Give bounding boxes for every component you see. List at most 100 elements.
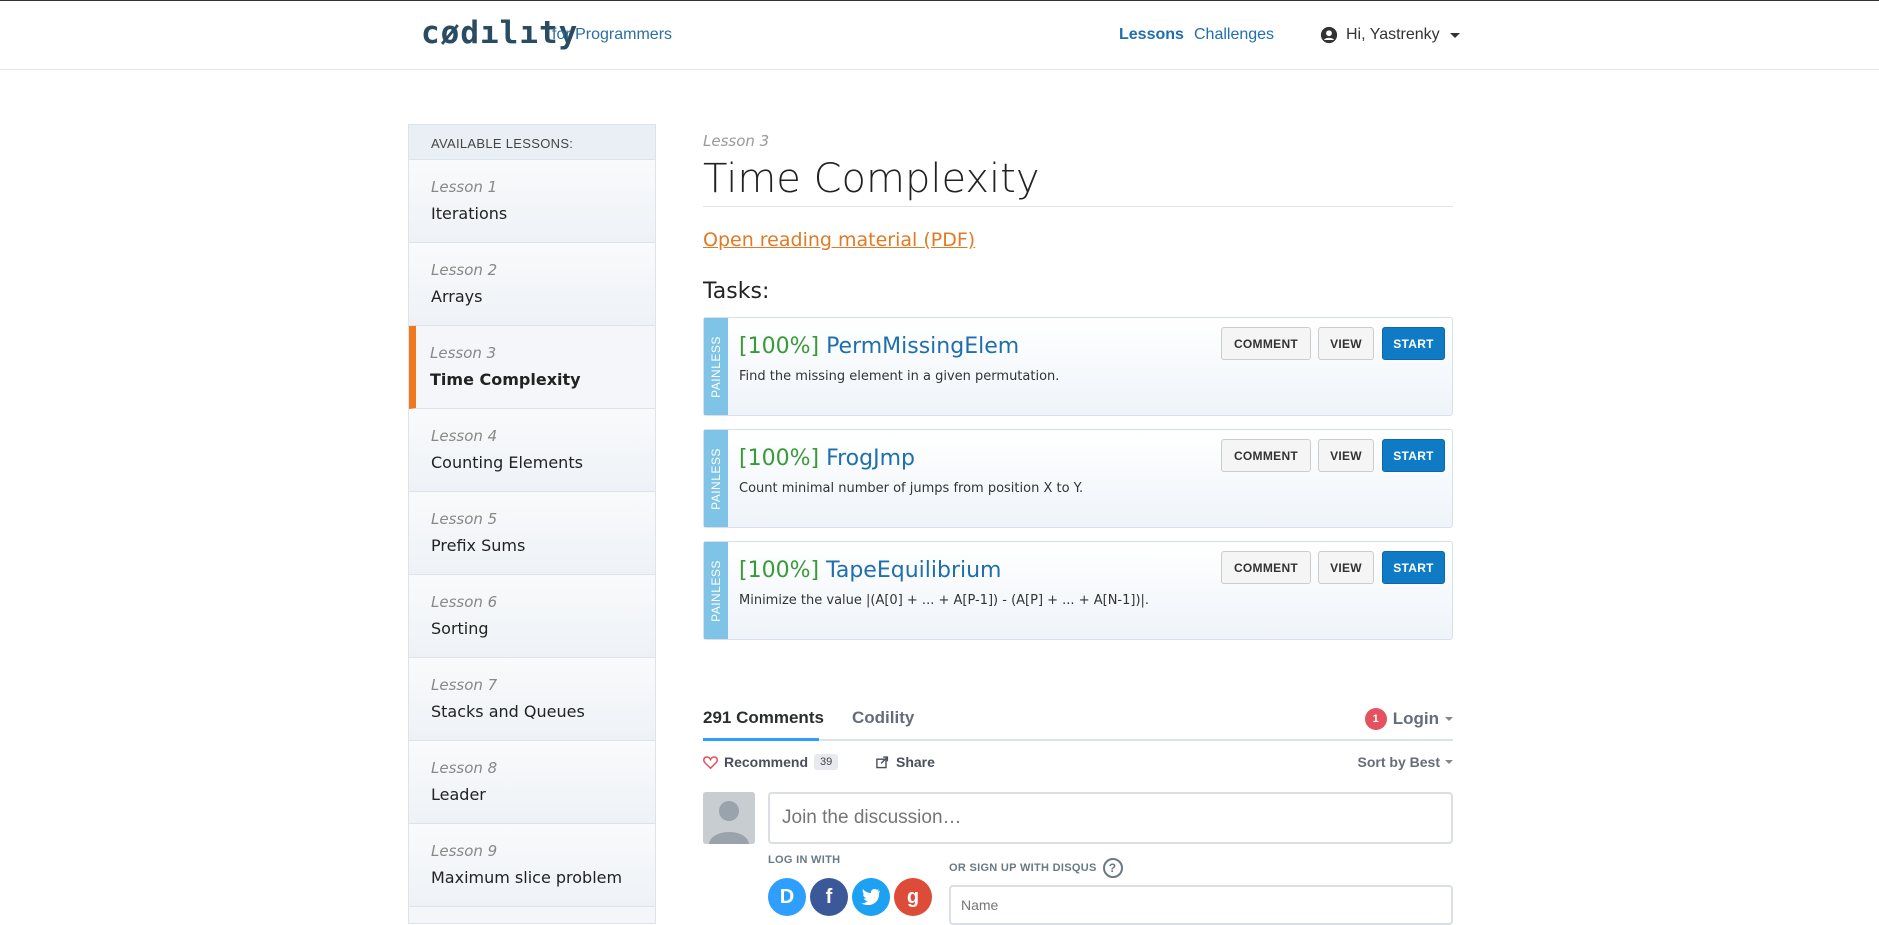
comment-actions: Recommend 39 Share Sort by Best	[703, 741, 1453, 781]
difficulty-badge: PAINLESS	[704, 430, 728, 527]
lessons-sidebar: AVAILABLE LESSONS: Lesson 1 Iterations L…	[408, 124, 656, 924]
view-button[interactable]: VIEW	[1318, 551, 1374, 584]
user-menu[interactable]: Hi, Yastrenky	[1320, 26, 1460, 44]
disqus-login-icon[interactable]: D	[768, 878, 806, 916]
comment-tabs: 291 Comments Codility 1 Login	[703, 700, 1453, 741]
task-score: [100%]	[739, 558, 820, 583]
share-button[interactable]: Share	[875, 754, 935, 770]
lesson-number: Lesson 6	[431, 593, 498, 611]
task-title[interactable]: [100%] FrogJmp	[739, 446, 915, 471]
lesson-name: Leader	[431, 785, 486, 804]
sidebar-title: AVAILABLE LESSONS:	[409, 125, 655, 160]
difficulty-badge: PAINLESS	[704, 542, 728, 639]
task-description: Find the missing element in a given perm…	[739, 369, 1060, 384]
lesson-number: Lesson 8	[431, 759, 498, 777]
lesson-label: Lesson 3	[703, 132, 770, 150]
difficulty-badge: PAINLESS	[704, 318, 728, 415]
user-circle-icon	[1320, 26, 1338, 44]
top-header: cødılıty for Programmers Lessons Challen…	[0, 0, 1879, 70]
view-button[interactable]: VIEW	[1318, 439, 1374, 472]
difficulty-label: PAINLESS	[709, 447, 723, 510]
sidebar-item-lesson-2[interactable]: Lesson 2 Arrays	[409, 243, 655, 326]
user-greeting: Hi, Yastrenky	[1346, 26, 1440, 43]
recommend-button[interactable]: Recommend 39	[703, 754, 839, 770]
sort-label: Sort by Best	[1357, 754, 1440, 770]
sidebar-item-lesson-3[interactable]: Lesson 3 Time Complexity	[409, 326, 655, 409]
lesson-content: Lesson 3 Time Complexity Open reading ma…	[703, 132, 1453, 640]
lesson-number: Lesson 4	[431, 427, 498, 445]
task-card: PAINLESS [100%] PermMissingElem Find the…	[703, 317, 1453, 416]
reading-material-link[interactable]: Open reading material (PDF)	[703, 229, 975, 251]
twitter-bird-icon	[861, 889, 880, 905]
task-score: [100%]	[739, 446, 820, 471]
page-title: Time Complexity	[703, 156, 1453, 207]
google-login-icon[interactable]: g	[894, 878, 932, 916]
lesson-name: Prefix Sums	[431, 536, 526, 555]
start-button[interactable]: START	[1382, 551, 1445, 584]
task-title[interactable]: [100%] PermMissingElem	[739, 334, 1019, 359]
sidebar-item-lesson-7[interactable]: Lesson 7 Stacks and Queues	[409, 658, 655, 741]
lesson-number: Lesson 9	[431, 842, 498, 860]
nav-lessons-link[interactable]: Lessons	[1119, 26, 1184, 44]
social-login-buttons: D f g	[768, 878, 932, 916]
twitter-login-icon[interactable]	[852, 878, 890, 916]
facebook-login-icon[interactable]: f	[810, 878, 848, 916]
comment-button[interactable]: COMMENT	[1221, 439, 1311, 472]
view-button[interactable]: VIEW	[1318, 327, 1374, 360]
recommend-label: Recommend	[724, 754, 809, 770]
share-icon	[876, 756, 889, 769]
difficulty-label: PAINLESS	[709, 559, 723, 622]
task-name: FrogJmp	[826, 446, 915, 471]
task-description: Minimize the value |(A[0] + ... + A[P-1]…	[739, 593, 1150, 608]
task-card: PAINLESS [100%] FrogJmp Count minimal nu…	[703, 429, 1453, 528]
task-score: [100%]	[739, 334, 820, 359]
lesson-name: Stacks and Queues	[431, 702, 585, 721]
comment-button[interactable]: COMMENT	[1221, 551, 1311, 584]
login-with-label: LOG IN WITH	[768, 854, 841, 866]
lesson-name: Time Complexity	[430, 370, 581, 389]
sort-dropdown[interactable]: Sort by Best	[1358, 754, 1453, 770]
disqus-comments: 291 Comments Codility 1 Login Recommend …	[703, 700, 1453, 925]
task-card: PAINLESS [100%] TapeEquilibrium Minimize…	[703, 541, 1453, 640]
task-description: Count minimal number of jumps from posit…	[739, 481, 1084, 496]
tab-comments[interactable]: 291 Comments	[703, 708, 824, 728]
tab-community[interactable]: Codility	[852, 708, 914, 728]
sidebar-item-lesson-1[interactable]: Lesson 1 Iterations	[409, 160, 655, 243]
task-title[interactable]: [100%] TapeEquilibrium	[739, 558, 1001, 583]
tagline-link[interactable]: for Programmers	[552, 26, 672, 44]
sidebar-item-lesson-8[interactable]: Lesson 8 Leader	[409, 741, 655, 824]
chevron-down-icon	[1449, 32, 1460, 38]
lesson-number: Lesson 1	[431, 178, 498, 196]
discussion-input[interactable]	[768, 792, 1453, 844]
lesson-name: Arrays	[431, 287, 483, 306]
lesson-number: Lesson 5	[431, 510, 498, 528]
avatar	[703, 792, 755, 844]
sidebar-item-lesson-4[interactable]: Lesson 4 Counting Elements	[409, 409, 655, 492]
lesson-name: Sorting	[431, 619, 489, 638]
help-icon[interactable]: ?	[1102, 858, 1123, 878]
name-field[interactable]	[949, 885, 1453, 925]
share-label: Share	[896, 754, 935, 770]
nav-challenges-link[interactable]: Challenges	[1194, 26, 1274, 44]
lesson-name: Counting Elements	[431, 453, 583, 472]
task-name: TapeEquilibrium	[826, 558, 1002, 583]
start-button[interactable]: START	[1382, 439, 1445, 472]
comment-button[interactable]: COMMENT	[1221, 327, 1311, 360]
difficulty-label: PAINLESS	[709, 335, 723, 398]
lesson-name: Maximum slice problem	[431, 868, 623, 887]
signup-disqus-label: OR SIGN UP WITH DISQUS ?	[949, 858, 1123, 878]
lesson-number: Lesson 2	[431, 261, 498, 279]
chevron-down-icon	[1445, 760, 1453, 764]
sidebar-item-lesson-9[interactable]: Lesson 9 Maximum slice problem	[409, 824, 655, 907]
sidebar-item-lesson-5[interactable]: Lesson 5 Prefix Sums	[409, 492, 655, 575]
notification-badge: 1	[1364, 708, 1387, 730]
task-name: PermMissingElem	[826, 334, 1020, 359]
signup-text: OR SIGN UP WITH DISQUS	[949, 862, 1097, 874]
sidebar-item-lesson-6[interactable]: Lesson 6 Sorting	[409, 575, 655, 658]
login-menu[interactable]: 1 Login	[1364, 708, 1453, 730]
heart-icon	[703, 756, 718, 769]
start-button[interactable]: START	[1382, 327, 1445, 360]
chevron-down-icon	[1445, 717, 1453, 721]
login-label: Login	[1392, 709, 1439, 728]
user-placeholder-icon	[703, 792, 755, 844]
